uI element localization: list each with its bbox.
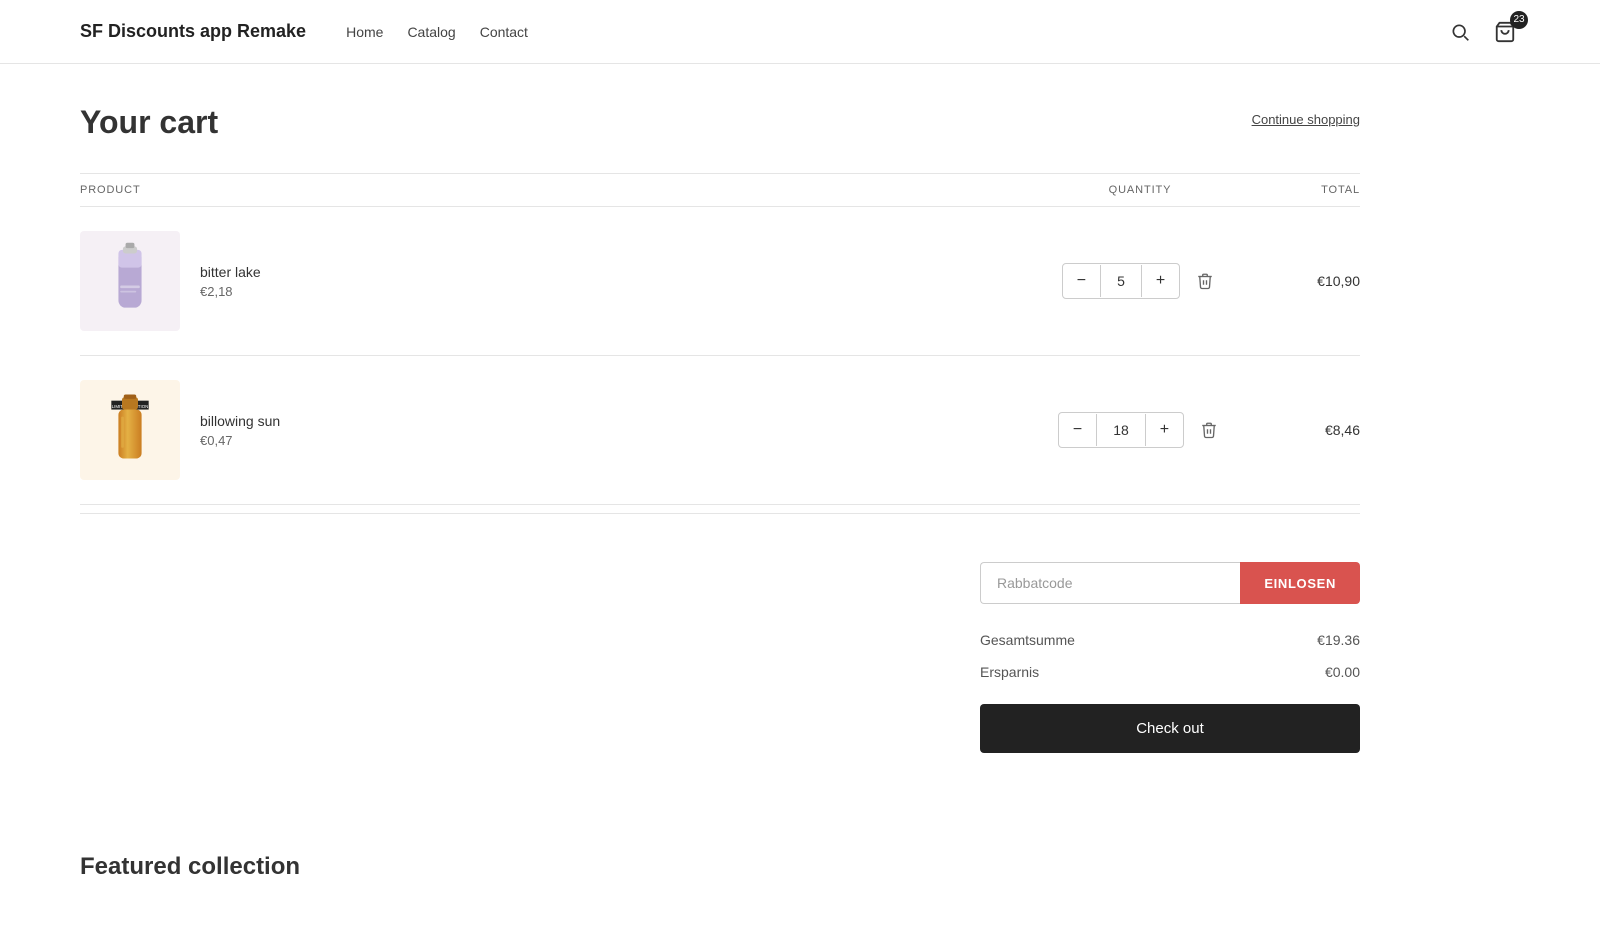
- summary-gesamtsumme-row: Gesamtsumme €19.36: [980, 624, 1360, 656]
- featured-section: Featured collection: [0, 853, 1600, 941]
- featured-title: Featured collection: [80, 853, 1520, 881]
- discount-input[interactable]: [980, 562, 1240, 604]
- delete-billowing-sun[interactable]: [1196, 417, 1222, 443]
- search-button[interactable]: [1446, 18, 1474, 46]
- trash-icon-billowing-sun: [1200, 421, 1218, 439]
- qty-increase-billowing-sun[interactable]: +: [1146, 413, 1183, 447]
- col-header-quantity: QUANTITY: [1040, 184, 1240, 196]
- item-image-bitter-lake: [80, 231, 180, 331]
- cart-item-billowing-sun: LIMITED EDITION: [80, 356, 1360, 505]
- item-info-billowing-sun: billowing sun €0,47: [200, 413, 280, 448]
- cart-summary: EINLOSEN Gesamtsumme €19.36 Ersparnis €0…: [980, 562, 1360, 753]
- nav-contact[interactable]: Contact: [480, 24, 528, 40]
- item-name-billowing-sun: billowing sun: [200, 413, 280, 429]
- item-product-billowing-sun: LIMITED EDITION: [80, 380, 1040, 480]
- cart-divider: [80, 513, 1360, 514]
- billowing-sun-product-svg: LIMITED EDITION: [95, 390, 165, 470]
- nav-home[interactable]: Home: [346, 24, 383, 40]
- cart-button[interactable]: 23: [1490, 17, 1520, 47]
- table-header: PRODUCT QUANTITY TOTAL: [80, 173, 1360, 207]
- qty-increase-bitter-lake[interactable]: +: [1142, 264, 1179, 298]
- item-image-billowing-sun: LIMITED EDITION: [80, 380, 180, 480]
- gesamtsumme-label: Gesamtsumme: [980, 632, 1075, 648]
- qty-control-bitter-lake: − 5 +: [1062, 263, 1180, 299]
- nav-catalog[interactable]: Catalog: [407, 24, 455, 40]
- qty-value-bitter-lake: 5: [1100, 265, 1142, 297]
- einlosen-button[interactable]: EINLOSEN: [1240, 562, 1360, 604]
- item-total-billowing-sun: €8,46: [1240, 422, 1360, 438]
- item-price-bitter-lake: €2,18: [200, 284, 261, 299]
- item-quantity-bitter-lake: − 5 +: [1040, 263, 1240, 299]
- trash-icon-bitter-lake: [1196, 272, 1214, 290]
- qty-decrease-billowing-sun[interactable]: −: [1059, 413, 1096, 447]
- discount-row: EINLOSEN: [980, 562, 1360, 604]
- item-price-billowing-sun: €0,47: [200, 433, 280, 448]
- qty-decrease-bitter-lake[interactable]: −: [1063, 264, 1100, 298]
- cart-badge: 23: [1510, 11, 1528, 29]
- col-header-total: TOTAL: [1240, 184, 1360, 196]
- ersparnis-label: Ersparnis: [980, 664, 1039, 680]
- item-total-bitter-lake: €10,90: [1240, 273, 1360, 289]
- qty-value-billowing-sun: 18: [1096, 414, 1146, 446]
- bitter-lake-product-svg: [95, 241, 165, 321]
- header: SF Discounts app Remake Home Catalog Con…: [0, 0, 1600, 64]
- cart-title: Your cart: [80, 104, 218, 141]
- main-content: Your cart Continue shopping PRODUCT QUAN…: [0, 64, 1440, 793]
- cart-footer: EINLOSEN Gesamtsumme €19.36 Ersparnis €0…: [80, 562, 1360, 753]
- checkout-button[interactable]: Check out: [980, 704, 1360, 753]
- header-left: SF Discounts app Remake Home Catalog Con…: [80, 21, 528, 42]
- ersparnis-value: €0.00: [1325, 664, 1360, 680]
- search-icon: [1450, 22, 1470, 42]
- continue-shopping-link[interactable]: Continue shopping: [1252, 112, 1360, 127]
- summary-ersparnis-row: Ersparnis €0.00: [980, 656, 1360, 688]
- item-name-bitter-lake: bitter lake: [200, 264, 261, 280]
- item-product-bitter-lake: bitter lake €2,18: [80, 231, 1040, 331]
- main-nav: Home Catalog Contact: [346, 24, 528, 40]
- item-info-bitter-lake: bitter lake €2,18: [200, 264, 261, 299]
- qty-control-billowing-sun: − 18 +: [1058, 412, 1184, 448]
- col-header-product: PRODUCT: [80, 184, 1040, 196]
- site-title: SF Discounts app Remake: [80, 21, 306, 42]
- delete-bitter-lake[interactable]: [1192, 268, 1218, 294]
- cart-header: Your cart Continue shopping: [80, 104, 1360, 141]
- item-quantity-billowing-sun: − 18 +: [1040, 412, 1240, 448]
- cart-item-bitter-lake: bitter lake €2,18 − 5 + €10,90: [80, 207, 1360, 356]
- gesamtsumme-value: €19.36: [1317, 632, 1360, 648]
- header-right: 23: [1446, 17, 1520, 47]
